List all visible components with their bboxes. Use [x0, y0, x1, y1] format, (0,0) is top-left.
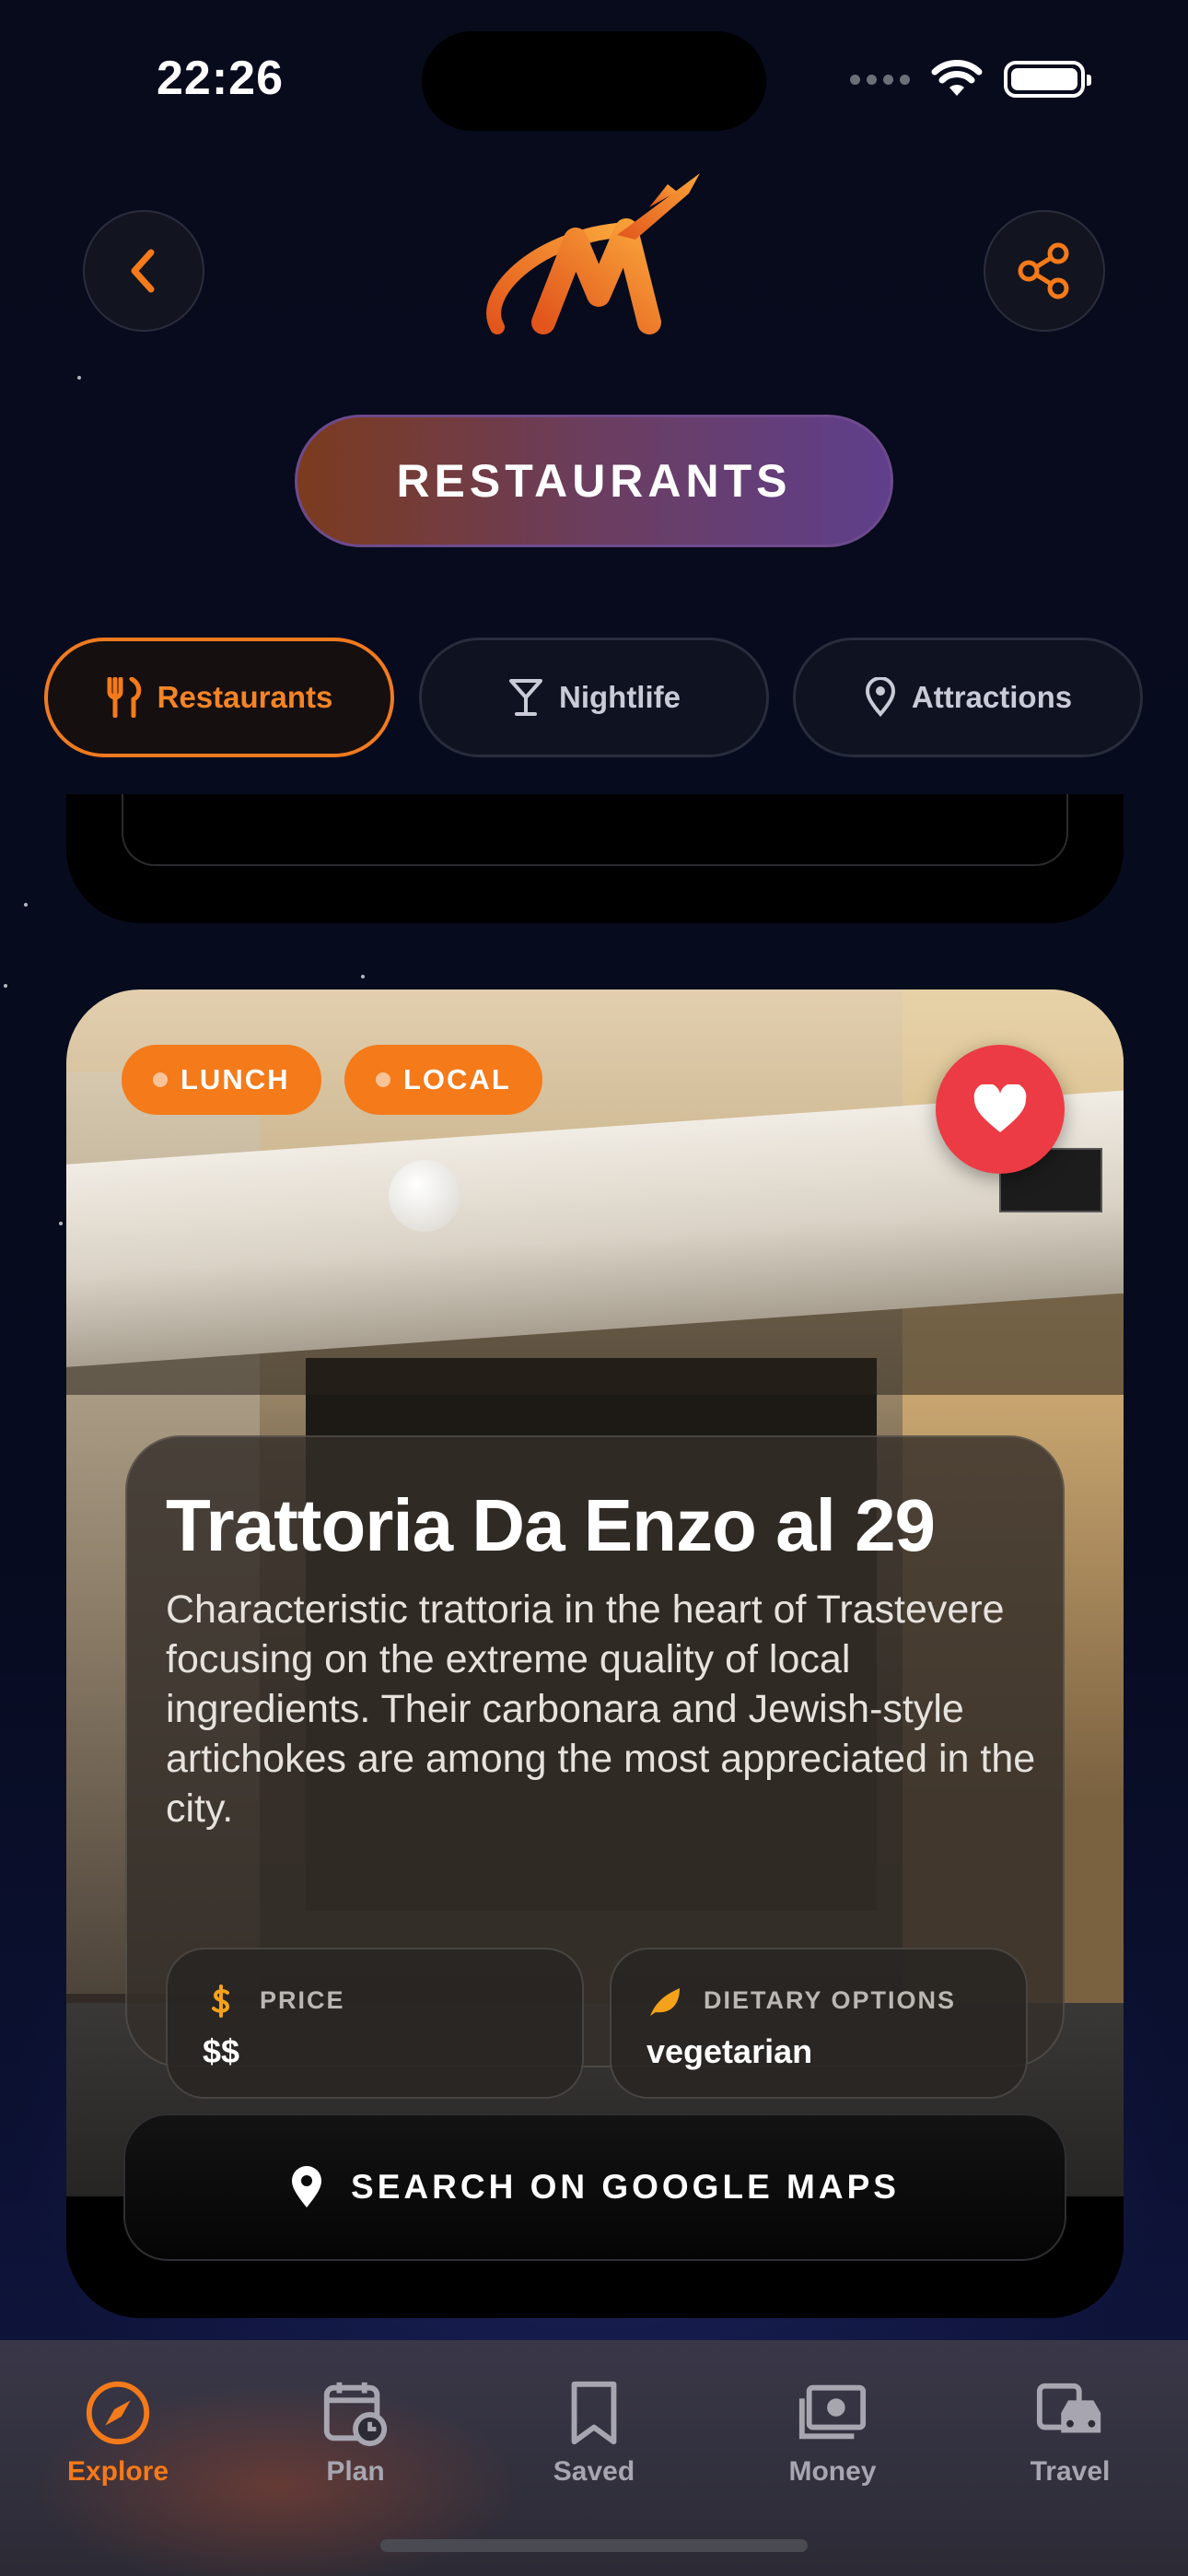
- transport-icon: [1036, 2383, 1101, 2433]
- badge-label: LUNCH: [181, 1063, 290, 1095]
- compass-icon: [86, 2381, 150, 2445]
- tabbar-label: Money: [788, 2456, 877, 2487]
- previous-card: SEARCH ON GOOGLE MAPS: [66, 794, 1124, 923]
- tab-label: Attractions: [911, 680, 1073, 714]
- status-icons: [850, 59, 1091, 100]
- star: [77, 376, 81, 380]
- status-time: 22:26: [157, 52, 284, 105]
- previous-maps-button[interactable]: SEARCH ON GOOGLE MAPS: [122, 794, 1068, 866]
- tabbar-money[interactable]: Money: [740, 2377, 925, 2515]
- tab-restaurants[interactable]: Restaurants: [44, 638, 394, 757]
- tab-attractions[interactable]: Attractions: [793, 638, 1143, 757]
- photo-lamp: [389, 1160, 460, 1232]
- price-label: PRICE: [260, 1986, 345, 2014]
- back-button[interactable]: [83, 210, 204, 332]
- tabbar-travel[interactable]: Travel: [978, 2377, 1162, 2515]
- badge-dot: [376, 1072, 390, 1087]
- star: [24, 903, 28, 907]
- map-pin-icon: [292, 2166, 322, 2207]
- share-icon: [1018, 242, 1069, 299]
- tabbar-plan[interactable]: Plan: [263, 2377, 448, 2515]
- screen: 22:26 RESTAURANTS Restaurants Nightlife …: [0, 0, 1188, 2576]
- price-value: $$: [203, 2032, 240, 2070]
- tag-badge: LOCAL: [344, 1045, 542, 1115]
- wifi-icon: [931, 60, 983, 96]
- airplane-m-logo: [486, 173, 700, 334]
- dynamic-island: [422, 31, 766, 131]
- restaurant-description: Characteristic trattoria in the heart of…: [166, 1587, 1036, 1831]
- map-pin-icon: [865, 677, 895, 718]
- tab-label: Restaurants: [157, 680, 333, 714]
- heart-icon: [973, 1084, 1027, 1132]
- star: [361, 975, 365, 978]
- google-maps-label: SEARCH ON GOOGLE MAPS: [351, 2168, 900, 2206]
- tabbar-label: Explore: [66, 2456, 169, 2487]
- leaf-icon: [650, 1988, 680, 2016]
- battery-icon: [1004, 61, 1091, 98]
- tabbar-explore[interactable]: Explore: [26, 2377, 210, 2515]
- badge-label: LOCAL: [403, 1063, 511, 1095]
- tag-badge: LUNCH: [122, 1045, 321, 1115]
- share-button[interactable]: [984, 210, 1105, 332]
- restaurant-card[interactable]: LUNCH LOCAL Trattoria Da Enzo al 29 Char…: [66, 989, 1124, 2318]
- calendar-clock-icon: [323, 2382, 388, 2447]
- bookmark-icon: [571, 2381, 617, 2445]
- money-icon: [798, 2384, 867, 2440]
- fork-knife-icon: [107, 677, 141, 718]
- tab-nightlife[interactable]: Nightlife: [419, 638, 769, 757]
- restaurant-name: Trattoria Da Enzo al 29: [166, 1484, 936, 1566]
- cocktail-icon: [509, 679, 542, 716]
- tabbar-saved[interactable]: Saved: [502, 2377, 686, 2515]
- tabbar-label: Plan: [326, 2456, 385, 2487]
- tab-label: Nightlife: [559, 680, 681, 714]
- page-title: RESTAURANTS: [295, 415, 893, 547]
- tabbar-label: Travel: [1030, 2456, 1111, 2487]
- info-panel: Trattoria Da Enzo al 29 Characteristic t…: [125, 1435, 1065, 2099]
- dietary-label: DIETARY OPTIONS: [704, 1986, 957, 2014]
- tabbar-label: Saved: [553, 2456, 635, 2487]
- dollar-icon: [212, 1985, 230, 2018]
- google-maps-button[interactable]: SEARCH ON GOOGLE MAPS: [123, 2113, 1066, 2261]
- previous-maps-label: SEARCH ON GOOGLE MAPS: [123, 794, 1066, 802]
- cellular-icon: [850, 74, 910, 85]
- favorite-button[interactable]: [936, 1045, 1065, 1174]
- dietary-box: DIETARY OPTIONS vegetarian: [610, 1948, 1028, 2099]
- chevron-left-icon: [131, 249, 155, 293]
- star: [4, 984, 7, 988]
- home-indicator: [380, 2539, 808, 2552]
- price-box: PRICE $$: [166, 1948, 584, 2099]
- star: [59, 1222, 63, 1225]
- badge-dot: [153, 1072, 168, 1087]
- dietary-value: vegetarian: [646, 2032, 813, 2070]
